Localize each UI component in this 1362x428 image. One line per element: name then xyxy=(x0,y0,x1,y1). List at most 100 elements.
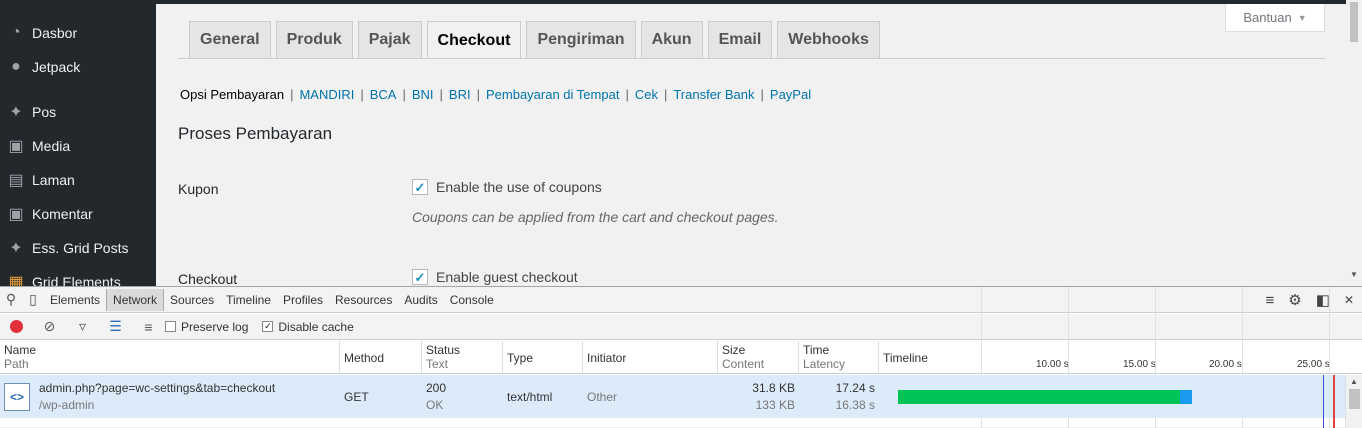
dock-icon[interactable]: ◧ xyxy=(1316,291,1330,309)
request-method: GET xyxy=(344,389,369,404)
timeline-tick: 25.00 s xyxy=(1297,359,1330,370)
request-name-cell: admin.php?page=wc-settings&tab=checkout … xyxy=(35,375,340,418)
scroll-down-icon[interactable]: ▼ xyxy=(1350,270,1358,279)
load-event-marker xyxy=(1333,375,1335,428)
tab-akun[interactable]: Akun xyxy=(640,21,703,58)
column-type[interactable]: Type xyxy=(503,341,583,374)
page-scrollbar[interactable]: ▼ xyxy=(1346,0,1362,286)
column-initiator[interactable]: Initiator xyxy=(583,341,718,374)
request-type-cell: text/html xyxy=(503,375,583,418)
tab-email[interactable]: Email xyxy=(707,21,773,58)
devtools-tab-audits[interactable]: Audits xyxy=(398,289,443,311)
devtools-tab-timeline[interactable]: Timeline xyxy=(220,289,277,311)
tab-webhooks[interactable]: Webhooks xyxy=(777,21,880,58)
request-path: /wp-admin xyxy=(39,398,95,412)
clear-icon[interactable]: ⊘ xyxy=(33,318,66,335)
request-name: admin.php?page=wc-settings&tab=checkout xyxy=(39,381,276,395)
subsection-bca[interactable]: BCA xyxy=(370,87,397,102)
timeline-bar-receiving[interactable] xyxy=(1180,390,1192,404)
timeline-bar-waiting[interactable] xyxy=(898,390,1180,404)
coupon-checkbox-label: Enable the use of coupons xyxy=(436,179,602,195)
tab-produk[interactable]: Produk xyxy=(275,21,353,58)
request-type: text/html xyxy=(507,389,553,404)
devtools-tab-elements[interactable]: Elements xyxy=(44,289,106,311)
sidebar-item-laman[interactable]: ▤ Laman xyxy=(0,163,156,197)
sidebar-item-ess-grid-posts[interactable]: ✦ Ess. Grid Posts xyxy=(0,231,156,265)
tab-pengiriman[interactable]: Pengiriman xyxy=(526,21,636,58)
column-status-label: Status xyxy=(426,343,461,357)
subsection-opsi-pembayaran[interactable]: Opsi Pembayaran xyxy=(180,87,284,102)
network-request-row[interactable]: <> admin.php?page=wc-settings&tab=checko… xyxy=(0,375,1345,418)
large-rows-icon[interactable]: ☰ xyxy=(99,318,132,335)
sidebar-item-dasbor[interactable]: ◔ Dasbor xyxy=(0,16,156,50)
devtools-tab-sources[interactable]: Sources xyxy=(164,289,220,311)
settings-tabs: General Produk Pajak Checkout Pengiriman… xyxy=(189,21,880,59)
sidebar-item-grid-elements[interactable]: ▦ Grid Elements xyxy=(0,265,156,286)
devtools-tab-profiles[interactable]: Profiles xyxy=(277,289,329,311)
request-status-cell: 200 OK xyxy=(422,375,503,418)
dashboard-icon: ◔ xyxy=(11,24,21,41)
sidebar-item-media[interactable]: ▣ Media xyxy=(0,129,156,163)
scrollbar-thumb[interactable] xyxy=(1350,2,1358,42)
console-drawer-icon[interactable]: ≡ xyxy=(1266,292,1275,309)
column-name[interactable]: Name Path xyxy=(0,341,340,374)
device-mode-icon[interactable]: ▯ xyxy=(22,291,44,308)
column-status[interactable]: Status Text xyxy=(422,341,503,374)
sidebar-item-komentar[interactable]: ▣ Komentar xyxy=(0,197,156,231)
request-time-cell: 17.24 s 16.38 s xyxy=(799,375,879,418)
record-button[interactable] xyxy=(0,320,33,333)
help-button[interactable]: Bantuan ▼ xyxy=(1225,4,1325,32)
close-icon[interactable]: ✕ xyxy=(1344,293,1354,307)
request-content-size: 133 KB xyxy=(755,398,795,412)
help-label: Bantuan xyxy=(1243,10,1292,25)
column-method[interactable]: Method xyxy=(340,341,422,374)
subsection-bni[interactable]: BNI xyxy=(412,87,434,102)
subsection-transfer-bank[interactable]: Transfer Bank xyxy=(673,87,754,102)
filter-icon[interactable]: ▿ xyxy=(66,318,99,335)
subsection-paypal[interactable]: PayPal xyxy=(770,87,811,102)
preserve-log-toggle[interactable]: Preserve log xyxy=(165,320,248,334)
request-method-cell: GET xyxy=(340,375,422,418)
column-type-label: Type xyxy=(507,350,534,365)
scrollbar-thumb[interactable] xyxy=(1349,389,1360,409)
disable-cache-checkbox[interactable]: ✓ xyxy=(262,321,274,332)
request-size-cell: 31.8 KB 133 KB xyxy=(718,375,799,418)
search-icon[interactable]: ⚲ xyxy=(0,291,22,308)
request-initiator-cell: Other xyxy=(583,375,718,418)
tab-pajak[interactable]: Pajak xyxy=(357,21,422,58)
scroll-up-icon[interactable]: ▲ xyxy=(1350,377,1358,386)
subsection-cek[interactable]: Cek xyxy=(635,87,658,102)
sidebar-item-label: Laman xyxy=(32,172,75,188)
html-file-icon: <> xyxy=(4,383,30,411)
tab-general[interactable]: General xyxy=(189,21,271,58)
tab-checkout[interactable]: Checkout xyxy=(426,21,522,59)
devtools-tab-resources[interactable]: Resources xyxy=(329,289,398,311)
sidebar-item-jetpack[interactable]: ● Jetpack xyxy=(0,50,156,84)
column-size[interactable]: Size Content xyxy=(718,341,799,374)
sidebar-item-pos[interactable]: ✦ Pos xyxy=(0,95,156,129)
devtools-tabbar: ⚲ ▯ Elements Network Sources Timeline Pr… xyxy=(0,287,1362,313)
admin-sidebar: ◔ Dasbor ● Jetpack ✦ Pos ▣ Media ▤ Laman… xyxy=(0,0,156,286)
coupon-checkbox[interactable]: ✓ xyxy=(412,179,428,195)
column-timeline[interactable]: Timeline xyxy=(879,341,1345,374)
preserve-log-checkbox[interactable] xyxy=(165,321,176,332)
subsection-pembayaran-di-tempat[interactable]: Pembayaran di Tempat xyxy=(486,87,619,102)
guest-checkout-checkbox[interactable]: ✓ xyxy=(412,269,428,285)
jetpack-icon: ● xyxy=(11,58,21,75)
subsection-bri[interactable]: BRI xyxy=(449,87,471,102)
gear-icon[interactable]: ⚙ xyxy=(1288,291,1301,309)
network-scrollbar[interactable]: ▲ xyxy=(1345,375,1362,428)
guest-checkout-row[interactable]: ✓ Enable guest checkout xyxy=(412,269,578,285)
devtools-tab-console[interactable]: Console xyxy=(444,289,500,311)
devtools-tab-network[interactable]: Network xyxy=(106,288,165,311)
preserve-log-label: Preserve log xyxy=(181,319,249,334)
column-time[interactable]: Time Latency xyxy=(799,341,879,374)
devtools-panel: ⚲ ▯ Elements Network Sources Timeline Pr… xyxy=(0,286,1362,428)
disable-cache-toggle[interactable]: ✓ Disable cache xyxy=(262,320,354,334)
sidebar-item-label: Komentar xyxy=(32,206,93,222)
coupon-checkbox-row[interactable]: ✓ Enable the use of coupons xyxy=(412,179,602,195)
grid-icon: ▦ xyxy=(8,274,24,286)
column-size-label: Size xyxy=(722,343,746,357)
subsection-mandiri[interactable]: MANDIRI xyxy=(299,87,354,102)
overview-icon[interactable]: ≡ xyxy=(132,319,165,335)
